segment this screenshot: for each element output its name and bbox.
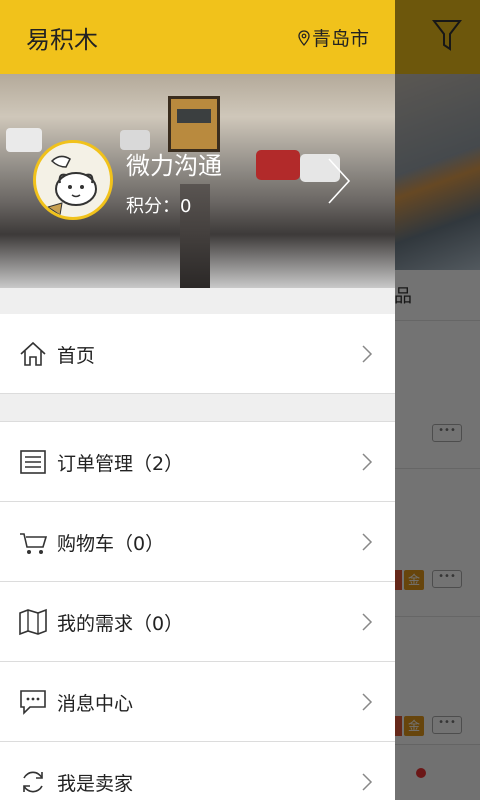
chevron-right-icon [362,453,373,471]
navigation-drawer: 易积木 青岛市 微力沟通 积分：0 首页 订单管理（2） 购物车（0） 我的需求… [0,0,395,800]
order-list-icon [20,450,46,474]
avatar[interactable] [33,140,113,220]
chevron-right-icon [362,693,373,711]
map-icon [19,608,47,636]
menu-item-label: 购物车（0） [57,533,165,555]
points-label: 积分：0 [126,196,192,217]
menu-item-label: 我的需求（0） [57,613,184,635]
chevron-right-icon [362,773,373,791]
banner-tram [168,96,220,152]
menu-item-orders[interactable]: 订单管理（2） [0,422,395,502]
username: 微力沟通 [126,152,222,180]
menu-item-label: 首页 [57,345,96,367]
message-icon [20,690,46,715]
menu-item-home[interactable]: 首页 [0,314,395,394]
avatar-cartoon-icon [46,155,97,216]
profile-banner[interactable]: 微力沟通 积分：0 [0,74,395,288]
refresh-icon [23,771,43,793]
chevron-right-icon [362,345,373,363]
menu-item-label: 订单管理（2） [57,453,184,475]
menu-item-my-needs[interactable]: 我的需求（0） [0,582,395,662]
chevron-right-icon [362,533,373,551]
chevron-right-icon[interactable] [326,156,352,206]
cart-icon [20,533,48,554]
menu-item-label: 消息中心 [57,693,134,715]
location-label: 青岛市 [311,28,369,50]
menu-item-seller[interactable]: 我是卖家 [0,742,395,800]
app-title: 易积木 [26,26,98,54]
section-spacer [0,288,395,314]
menu-item-messages[interactable]: 消息中心 [0,662,395,742]
location-selector[interactable]: 青岛市 [298,24,369,51]
chevron-right-icon [362,613,373,631]
menu-item-label: 我是卖家 [57,773,134,795]
location-pin-icon [298,29,310,46]
home-icon [20,341,46,366]
drawer-header: 易积木 青岛市 [0,0,395,74]
menu-item-cart[interactable]: 购物车（0） [0,502,395,582]
section-spacer [0,394,395,422]
